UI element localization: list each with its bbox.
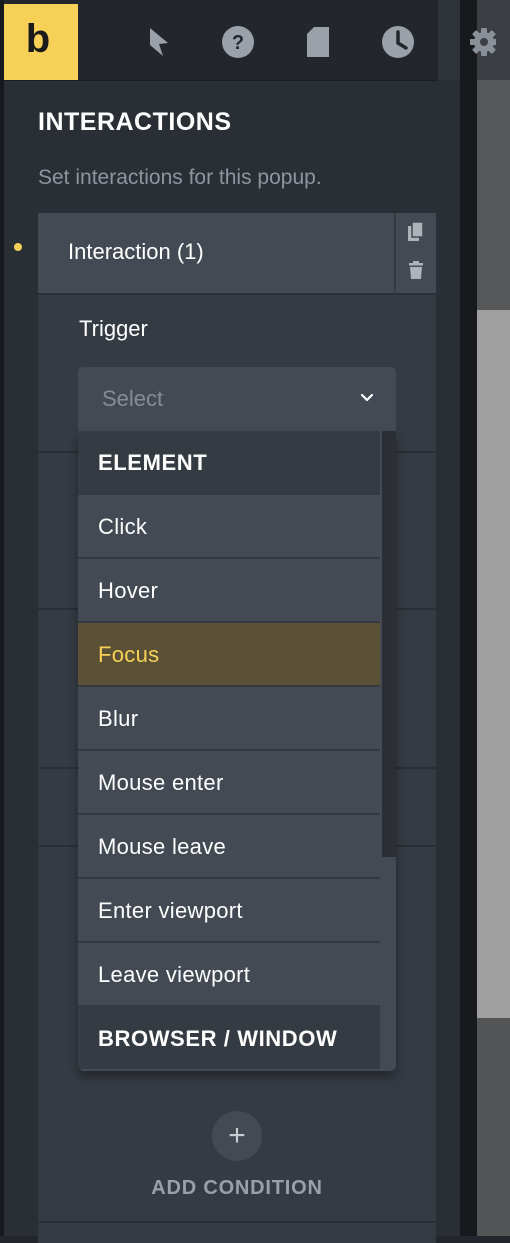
help-icon[interactable]: ? bbox=[220, 22, 256, 62]
trigger-dropdown-menu: ELEMENT Click Hover Focus Blur Mouse ent… bbox=[78, 431, 396, 1071]
interaction-header[interactable]: Interaction (1) bbox=[38, 213, 394, 295]
panel-title: INTERACTIONS bbox=[38, 108, 232, 136]
interaction-actions bbox=[396, 213, 436, 295]
logo-letter: b bbox=[25, 16, 51, 61]
option-label: Mouse enter bbox=[98, 770, 224, 795]
option-enter-viewport[interactable]: Enter viewport bbox=[78, 879, 380, 943]
interaction-label: Interaction (1) bbox=[68, 239, 204, 264]
history-icon[interactable] bbox=[380, 22, 416, 62]
select-placeholder: Select bbox=[102, 386, 164, 411]
option-group-browser-window: BROWSER / WINDOW bbox=[78, 1007, 380, 1069]
panel-left-edge bbox=[0, 0, 4, 1236]
canvas-region-bottom bbox=[477, 1018, 510, 1236]
settings-gear-icon[interactable] bbox=[466, 24, 496, 60]
page-icon[interactable] bbox=[300, 22, 336, 62]
chevron-down-icon bbox=[360, 393, 374, 402]
option-blur[interactable]: Blur bbox=[78, 687, 380, 751]
row-separator bbox=[38, 1221, 436, 1223]
trigger-label: Trigger bbox=[79, 316, 148, 341]
trigger-select[interactable]: Select bbox=[78, 367, 396, 431]
option-click[interactable]: Click bbox=[78, 495, 380, 559]
copy-icon[interactable] bbox=[407, 221, 425, 243]
option-label: Mouse leave bbox=[98, 834, 227, 859]
option-focus[interactable]: Focus bbox=[78, 623, 380, 687]
dropdown-scrollbar-thumb[interactable] bbox=[382, 431, 396, 857]
option-label: Leave viewport bbox=[98, 962, 251, 987]
option-label: Hover bbox=[98, 578, 159, 603]
option-label: Enter viewport bbox=[98, 898, 243, 923]
panel-subtitle: Set interactions for this popup. bbox=[38, 166, 322, 189]
option-group-element: ELEMENT bbox=[78, 431, 380, 495]
option-leave-viewport[interactable]: Leave viewport bbox=[78, 943, 380, 1007]
option-mouse-enter[interactable]: Mouse enter bbox=[78, 751, 380, 815]
canvas-preview bbox=[477, 0, 510, 1236]
canvas-region-light bbox=[477, 310, 510, 1018]
unsaved-indicator-dot bbox=[14, 243, 22, 251]
panel-divider[interactable] bbox=[460, 0, 477, 1236]
svg-text:?: ? bbox=[232, 32, 244, 54]
add-condition-label[interactable]: ADD CONDITION bbox=[38, 1177, 436, 1200]
option-mouse-leave[interactable]: Mouse leave bbox=[78, 815, 380, 879]
brand-logo[interactable]: b bbox=[4, 4, 78, 80]
option-hover[interactable]: Hover bbox=[78, 559, 380, 623]
option-label: Focus bbox=[98, 642, 160, 667]
pointer-icon[interactable] bbox=[140, 22, 176, 62]
option-label: BROWSER / WINDOW bbox=[98, 1026, 338, 1051]
add-condition-button[interactable]: + bbox=[212, 1111, 262, 1161]
toolbar-extension bbox=[438, 0, 460, 80]
option-label: Blur bbox=[98, 706, 139, 731]
option-label: ELEMENT bbox=[98, 450, 208, 475]
option-label: Click bbox=[98, 514, 148, 539]
delete-icon[interactable] bbox=[407, 260, 425, 282]
canvas-region-dark bbox=[477, 80, 510, 310]
